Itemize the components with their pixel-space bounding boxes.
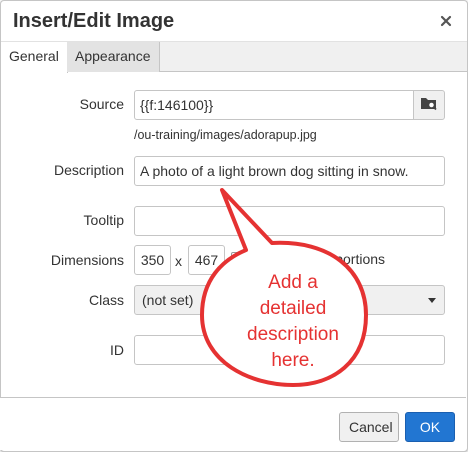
dialog-titlebar: Insert/Edit Image: [1, 1, 467, 42]
dialog-title: Insert/Edit Image: [13, 10, 175, 32]
close-icon[interactable]: [439, 14, 453, 28]
constrain-proportions-checkbox[interactable]: [231, 252, 245, 266]
dimension-separator: x: [175, 253, 182, 269]
description-label: Description: [53, 162, 124, 178]
tab-bar: General Appearance: [1, 42, 467, 73]
tooltip-label: Tooltip: [83, 212, 124, 228]
source-path: /ou-training/images/adorapup.jpg: [134, 128, 317, 142]
callout-text: Add a detailed description here.: [222, 270, 364, 374]
description-input[interactable]: A photo of a light brown dog sitting in …: [134, 156, 445, 186]
height-input[interactable]: 467: [188, 245, 225, 275]
id-label: ID: [110, 342, 124, 358]
browse-button[interactable]: [413, 90, 445, 120]
tooltip-input[interactable]: [134, 206, 445, 236]
ok-button[interactable]: OK: [405, 412, 455, 442]
class-label: Class: [88, 292, 124, 308]
cancel-button[interactable]: Cancel: [339, 412, 399, 442]
callout-line-4: here.: [271, 350, 315, 371]
folder-search-icon: [420, 95, 438, 116]
callout-line-2: detailed: [259, 298, 327, 319]
tab-general[interactable]: General: [1, 42, 68, 73]
tab-appearance[interactable]: Appearance: [67, 42, 160, 72]
constrain-proportions-label: proportions: [315, 251, 386, 267]
class-select-value: (not set): [142, 292, 194, 308]
callout-line-1: Add a: [268, 272, 318, 293]
dimensions-label: Dimensions: [50, 252, 124, 268]
chevron-down-icon: [428, 298, 436, 303]
source-input[interactable]: {{f:146100}}: [134, 90, 414, 120]
width-input[interactable]: 350: [134, 245, 171, 275]
source-label: Source: [79, 96, 124, 112]
callout-line-3: description: [247, 324, 339, 345]
